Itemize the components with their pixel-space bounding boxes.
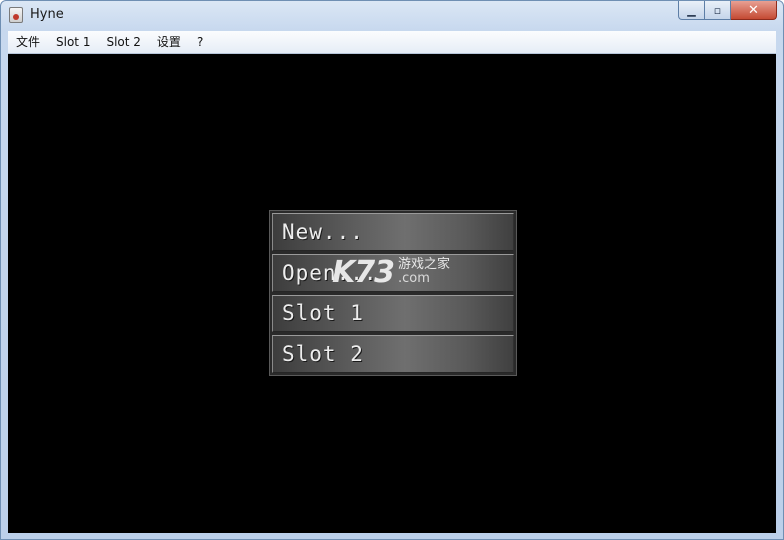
- menu-slot-1[interactable]: Slot 1: [48, 32, 98, 52]
- window-controls: ▁ ▫ ✕: [678, 1, 777, 21]
- app-window: Hyne ▁ ▫ ✕ 文件 Slot 1 Slot 2 设置 ? New... …: [0, 0, 784, 540]
- close-button[interactable]: ✕: [731, 1, 777, 20]
- maximize-icon: ▫: [713, 3, 722, 17]
- open-button[interactable]: Open...: [272, 253, 514, 292]
- menu-slot-2[interactable]: Slot 2: [98, 32, 148, 52]
- menu-help[interactable]: ?: [189, 32, 211, 52]
- slot-1-button[interactable]: Slot 1: [272, 294, 514, 333]
- maximize-button[interactable]: ▫: [705, 1, 731, 20]
- menu-bar: 文件 Slot 1 Slot 2 设置 ?: [8, 31, 776, 54]
- minimize-button[interactable]: ▁: [678, 1, 705, 20]
- minimize-icon: ▁: [687, 3, 696, 17]
- menu-file[interactable]: 文件: [8, 32, 48, 52]
- game-viewport: New... Open... Slot 1 Slot 2 K73 游戏之家 .c…: [8, 54, 776, 533]
- window-title: Hyne: [30, 7, 64, 22]
- close-icon: ✕: [748, 2, 759, 18]
- main-menu-panel: New... Open... Slot 1 Slot 2: [269, 210, 517, 376]
- slot-2-button[interactable]: Slot 2: [272, 335, 514, 373]
- menu-settings[interactable]: 设置: [149, 32, 189, 52]
- new-button[interactable]: New...: [272, 213, 514, 251]
- app-icon[interactable]: [9, 7, 23, 23]
- title-bar[interactable]: Hyne ▁ ▫ ✕: [1, 1, 783, 31]
